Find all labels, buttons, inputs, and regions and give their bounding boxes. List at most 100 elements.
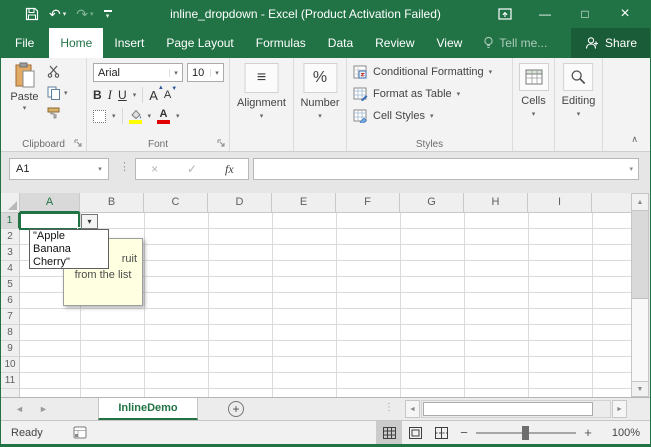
font-name-combo[interactable]: Arial ▾ [93,63,183,82]
dropdown-item-apple[interactable]: "Apple [30,230,108,243]
bold-button[interactable]: B [93,88,102,102]
decrease-font-size-button[interactable]: A▼ [164,89,171,101]
redo-button[interactable]: ↷ ▾ [71,2,98,26]
formula-expand-caret-icon[interactable]: ▾ [629,165,633,173]
tab-review[interactable]: Review [364,28,425,58]
ribbon-display-options-button[interactable] [485,0,525,28]
tab-splitter-grip-icon[interactable]: ⋮ [384,402,394,413]
cut-button[interactable] [47,63,68,80]
number-button[interactable]: % Number ▾ [300,63,339,120]
cancel-button[interactable]: × [136,159,173,179]
borders-button[interactable] [93,110,106,123]
font-color-button[interactable]: A [157,109,170,124]
record-macro-button[interactable] [73,426,87,439]
dropdown-item-cherry[interactable]: Cherry" [30,256,108,269]
vertical-scrollbar-thumb[interactable] [632,211,648,299]
borders-caret-icon[interactable]: ▾ [112,112,116,120]
vertical-scrollbar[interactable]: ▲ ▼ [631,193,649,397]
name-box[interactable]: A1 ▾ [9,158,109,180]
horizontal-scrollbar[interactable] [421,400,611,418]
paste-button[interactable]: Paste ▾ [6,62,43,126]
column-header-d[interactable]: D [208,193,272,213]
zoom-slider[interactable] [476,432,576,434]
zoom-out-button[interactable]: − [454,425,474,440]
column-header-h[interactable]: H [464,193,528,213]
font-size-combo[interactable]: 10 ▾ [187,63,224,82]
formula-bar-grip-icon[interactable]: ⋮ [119,160,130,173]
insert-function-button[interactable]: fx [211,159,248,179]
new-sheet-button[interactable]: + [228,401,244,417]
scroll-down-button[interactable]: ▼ [632,381,648,396]
tell-me-box[interactable]: Tell me... [473,28,557,58]
scroll-right-button[interactable]: ► [612,400,627,418]
alignment-button[interactable]: ≡ Alignment ▾ [237,63,286,120]
page-layout-view-button[interactable] [402,421,428,444]
column-header-b[interactable]: B [80,193,144,213]
minimize-button[interactable]: — [525,0,565,28]
select-all-button[interactable] [1,193,20,213]
prev-sheet-button[interactable]: ◄ [15,398,24,420]
enter-check-button[interactable]: ✓ [173,159,210,179]
cells-button[interactable]: Cells ▾ [519,63,549,118]
tab-file[interactable]: File [0,28,49,58]
tab-formulas[interactable]: Formulas [245,28,317,58]
column-header-e[interactable]: E [272,193,336,213]
tab-view[interactable]: View [426,28,474,58]
formula-input[interactable]: ▾ [253,158,639,180]
underline-button[interactable]: U [118,88,127,102]
fill-color-caret-icon[interactable]: ▾ [148,112,152,120]
row-header-10[interactable]: 10 [1,357,20,373]
maximize-button[interactable]: □ [565,0,605,28]
row-header-7[interactable]: 7 [1,309,20,325]
column-header-c[interactable]: C [144,193,208,213]
row-header-6[interactable]: 6 [1,293,20,309]
cell-styles-button[interactable]: Cell Styles ▾ [353,108,433,124]
scroll-left-button[interactable]: ◄ [405,400,420,418]
zoom-in-button[interactable]: + [578,425,598,440]
column-header-g[interactable]: G [400,193,464,213]
conditional-formatting-button[interactable]: Conditional Formatting ▾ [353,64,492,80]
increase-font-size-button[interactable]: A▲ [149,88,158,103]
share-button[interactable]: Share [571,28,651,58]
underline-caret-icon[interactable]: ▾ [133,91,137,99]
row-header-3[interactable]: 3 [1,245,20,261]
next-sheet-button[interactable]: ► [39,398,48,420]
active-cell-selection[interactable] [19,212,80,230]
format-as-table-button[interactable]: Format as Table ▾ [353,86,460,102]
row-header-8[interactable]: 8 [1,325,20,341]
copy-button[interactable]: ▾ [47,84,68,101]
column-header-a[interactable]: A [20,193,80,213]
tab-data[interactable]: Data [317,28,364,58]
row-header-1[interactable]: 1 [1,213,20,229]
font-color-caret-icon[interactable]: ▾ [176,112,180,120]
format-painter-button[interactable] [47,105,68,122]
zoom-level-label[interactable]: 100% [598,427,640,439]
clipboard-dialog-launcher-icon[interactable] [74,139,83,148]
sheet-tab-inlinedemo[interactable]: InlineDemo [98,398,198,420]
fill-color-button[interactable] [129,109,142,124]
font-dialog-launcher-icon[interactable] [217,139,226,148]
row-header-2[interactable]: 2 [1,229,20,245]
italic-button[interactable]: I [108,87,112,103]
row-header-4[interactable]: 4 [1,261,20,277]
column-header-i[interactable]: I [528,193,592,213]
editing-button[interactable]: Editing ▾ [562,63,596,118]
close-button[interactable]: × [605,0,645,28]
customize-qat-button[interactable]: ▾ [99,2,117,26]
dropdown-item-banana[interactable]: Banana [30,243,108,256]
collapse-ribbon-icon[interactable]: ∧ [631,134,638,145]
scroll-up-button[interactable]: ▲ [632,194,648,211]
row-header-11[interactable]: 11 [1,373,20,389]
tab-home[interactable]: Home [49,28,103,58]
zoom-slider-thumb[interactable] [522,426,529,440]
horizontal-scrollbar-thumb[interactable] [423,402,593,416]
tab-insert[interactable]: Insert [103,28,155,58]
row-header-9[interactable]: 9 [1,341,20,357]
column-header-f[interactable]: F [336,193,400,213]
tab-page-layout[interactable]: Page Layout [155,28,244,58]
row-header-5[interactable]: 5 [1,277,20,293]
data-validation-dropdown-button[interactable]: ▾ [81,214,98,229]
save-button[interactable] [20,2,44,26]
page-break-preview-button[interactable] [428,421,454,444]
normal-view-button[interactable] [376,421,402,444]
